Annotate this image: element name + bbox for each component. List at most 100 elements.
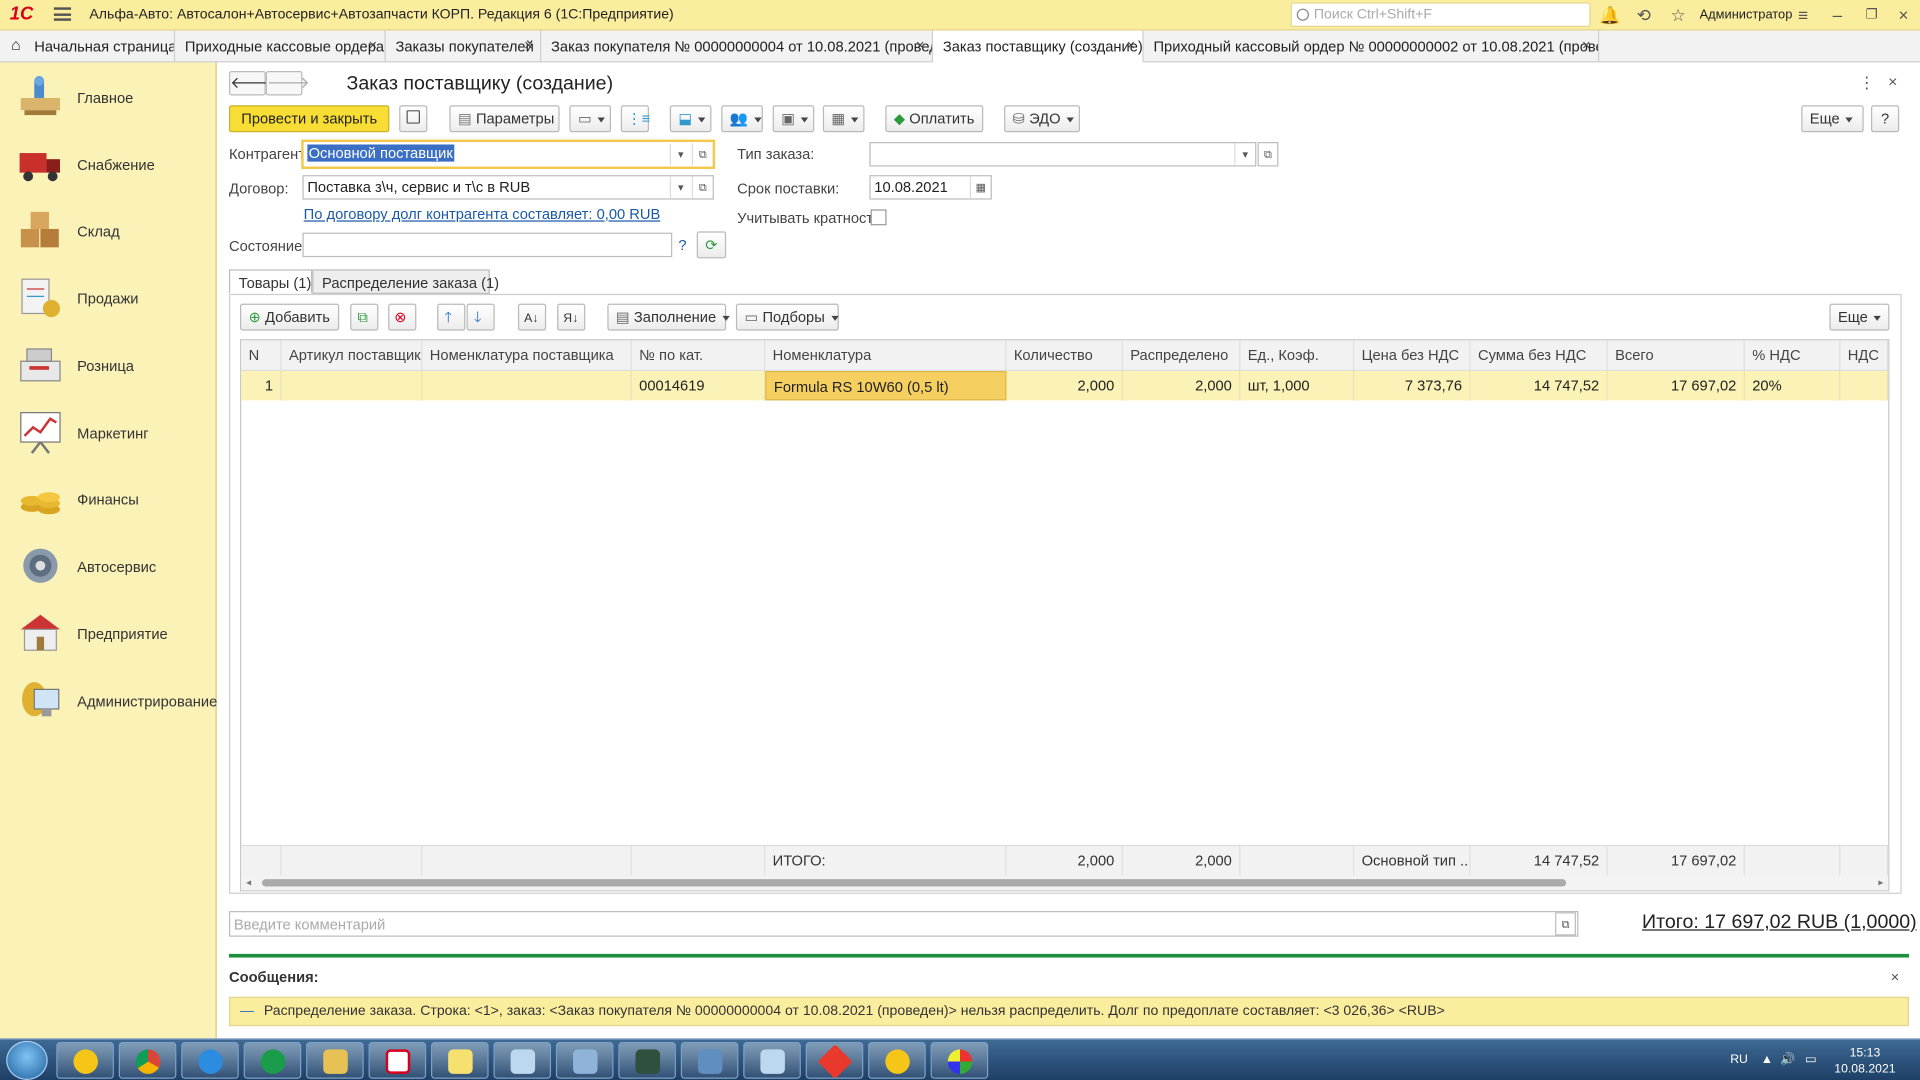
debt-link[interactable]: По договору долг контрагента составляет:… [304,206,661,223]
back-button[interactable]: 🡐 [228,71,273,96]
taskbar-editor[interactable] [493,1042,552,1079]
taskbar-pdf[interactable] [368,1042,427,1079]
close-form-icon[interactable]: × [1888,72,1897,90]
delivery-date-field[interactable]: 10.08.2021 ▦ [869,175,992,200]
col-distributed[interactable]: Распределено [1122,340,1241,372]
move-down-button[interactable]: 🡓 [466,303,495,331]
close-icon[interactable]: × [916,37,925,54]
settings-menu-icon[interactable]: ≡ [1793,5,1814,26]
tray-clock[interactable]: 15:13 10.08.2021 [1834,1046,1895,1078]
comment-input[interactable]: Введите комментарий [228,911,1579,937]
dogovor-field[interactable]: Поставка з\ч, сервис и т\с в RUB ▾ ⧉ [302,175,714,200]
state-help-icon[interactable]: ? [678,236,686,253]
edo-button[interactable]: ⛁ ЭДО [1004,105,1081,133]
more-button[interactable]: Еще [1801,105,1864,133]
close-icon[interactable]: × [524,37,533,54]
taskbar-paint[interactable] [930,1042,989,1079]
help-button[interactable]: ? [1871,105,1900,133]
close-icon[interactable]: × [1127,37,1136,54]
taskbar-explorer[interactable] [306,1042,364,1079]
message-item[interactable]: — Распределение заказа. Строка: <1>, зака… [228,996,1909,1027]
table-cell[interactable]: 2,000 [1006,371,1123,401]
dropdown-icon[interactable]: ▾ [1234,143,1255,166]
restore-icon[interactable]: ❐ [1861,5,1882,26]
delete-row-button[interactable]: ⊗ [388,303,417,331]
main-menu-icon[interactable] [53,7,72,21]
close-icon[interactable]: × [369,37,378,54]
table-cell[interactable] [281,371,423,401]
col-vat-rate[interactable]: % НДС [1744,340,1841,372]
multiplicity-checkbox[interactable] [870,209,887,226]
star-icon[interactable]: ☆ [1668,5,1689,26]
close-messages-icon[interactable]: × [1891,969,1900,986]
tab-home[interactable]: ⌂ Начальная страница [0,30,176,63]
forward-button[interactable]: 🡒 [265,71,310,96]
global-search-input[interactable]: Поиск Ctrl+Shift+F [1290,2,1591,27]
add-row-button[interactable]: ⊕ Добавить [240,303,340,331]
network-icon[interactable]: ▭ [1805,1053,1817,1066]
app-logo[interactable]: 1С [10,4,33,25]
post-and-close-button[interactable]: Провести и закрыть [228,105,390,133]
table-cell[interactable] [1840,371,1889,401]
dropdown-icon[interactable]: ▾ [669,143,691,166]
col-vat[interactable]: НДС [1840,340,1889,372]
tab-customer-order-4[interactable]: Заказ покупателя № 00000000004 от 10.08.… [541,30,934,63]
taskbar-1c-app[interactable] [56,1042,114,1079]
section-warehouse[interactable]: Склад [0,197,217,264]
minimize-icon[interactable]: – [1827,5,1848,26]
document-total[interactable]: Итого: 17 697,02 RUB (1,0000) [1642,912,1917,934]
tab-cash-orders[interactable]: Приходные кассовые ордера × [175,30,386,63]
close-window-icon[interactable]: × [1893,5,1914,26]
table-cell[interactable] [422,371,632,401]
col-catalog-no[interactable]: № по кат. [631,340,766,372]
sort-desc-button[interactable]: Я↓ [557,303,586,331]
pay-button[interactable]: ◆ Оплатить [885,105,984,133]
table-cell[interactable]: 1 [241,371,282,401]
history-icon[interactable]: ⟲ [1633,5,1654,26]
bell-icon[interactable]: 🔔 [1599,5,1620,26]
table-cell[interactable]: 7 373,76 [1354,371,1471,401]
open-icon[interactable]: ⧉ [691,176,713,199]
tab-distribution[interactable]: Распределение заказа (1) [312,269,499,294]
taskbar-config[interactable] [555,1042,614,1079]
col-sum-no-vat[interactable]: Сумма без НДС [1470,340,1608,372]
taskbar-terminal[interactable] [618,1042,676,1079]
taskbar-1c-app-2[interactable] [868,1042,926,1079]
col-unit-coef[interactable]: Ед., Коэф. [1240,340,1355,372]
goods-table[interactable]: N Артикул поставщика Номенклатура постав… [240,339,1890,892]
horizontal-scrollbar[interactable]: ◂ ▸ [241,875,1889,891]
attachments-button[interactable]: ▦ [822,105,865,133]
order-type-field[interactable]: ▾ [869,142,1257,167]
create-based-button[interactable]: ⬓ [669,105,712,133]
reports-button[interactable]: ▣ [772,105,815,133]
table-cell[interactable]: шт, 1,000 [1240,371,1355,401]
more-actions-icon[interactable]: ⋮ [1859,73,1875,93]
user-name[interactable]: Администратор [1700,7,1793,22]
col-nomenclature[interactable]: Номенклатура [765,340,1007,372]
scroll-right-icon[interactable]: ▸ [1878,877,1883,888]
section-supply[interactable]: Снабжение [0,131,217,198]
col-price-no-vat[interactable]: Цена без НДС [1354,340,1471,372]
tab-customer-orders[interactable]: Заказы покупателей × [386,30,542,63]
tray-expand-icon[interactable]: ▲ [1761,1053,1773,1066]
comment-open-icon[interactable]: ⧉ [1555,912,1576,936]
taskbar-remote[interactable] [680,1042,739,1079]
col-n[interactable]: N [241,340,282,372]
taskbar-notes[interactable] [431,1042,489,1079]
col-supplier-article[interactable]: Артикул поставщика [281,340,423,372]
state-field[interactable] [302,232,673,258]
table-cell[interactable]: 20% [1744,371,1841,401]
table-cell[interactable]: 14 747,52 [1470,371,1608,401]
section-retail[interactable]: Розница [0,332,217,399]
table-cell[interactable]: 2,000 [1122,371,1241,401]
section-autoservice[interactable]: Автосервис [0,533,217,600]
table-cell[interactable]: 17 697,02 [1607,371,1745,401]
volume-icon[interactable]: 🔊 [1780,1053,1795,1066]
table-cell-selected[interactable]: Formula RS 10W60 (0,5 lt) [765,371,1007,401]
col-quantity[interactable]: Количество [1006,340,1123,372]
section-sales[interactable]: Продажи [0,264,217,331]
structure-button[interactable]: ⋮≡ [620,105,650,133]
save-button[interactable] [399,105,428,133]
copy-row-button[interactable]: ⧉ [350,303,379,331]
calendar-icon[interactable]: ▦ [969,176,991,199]
